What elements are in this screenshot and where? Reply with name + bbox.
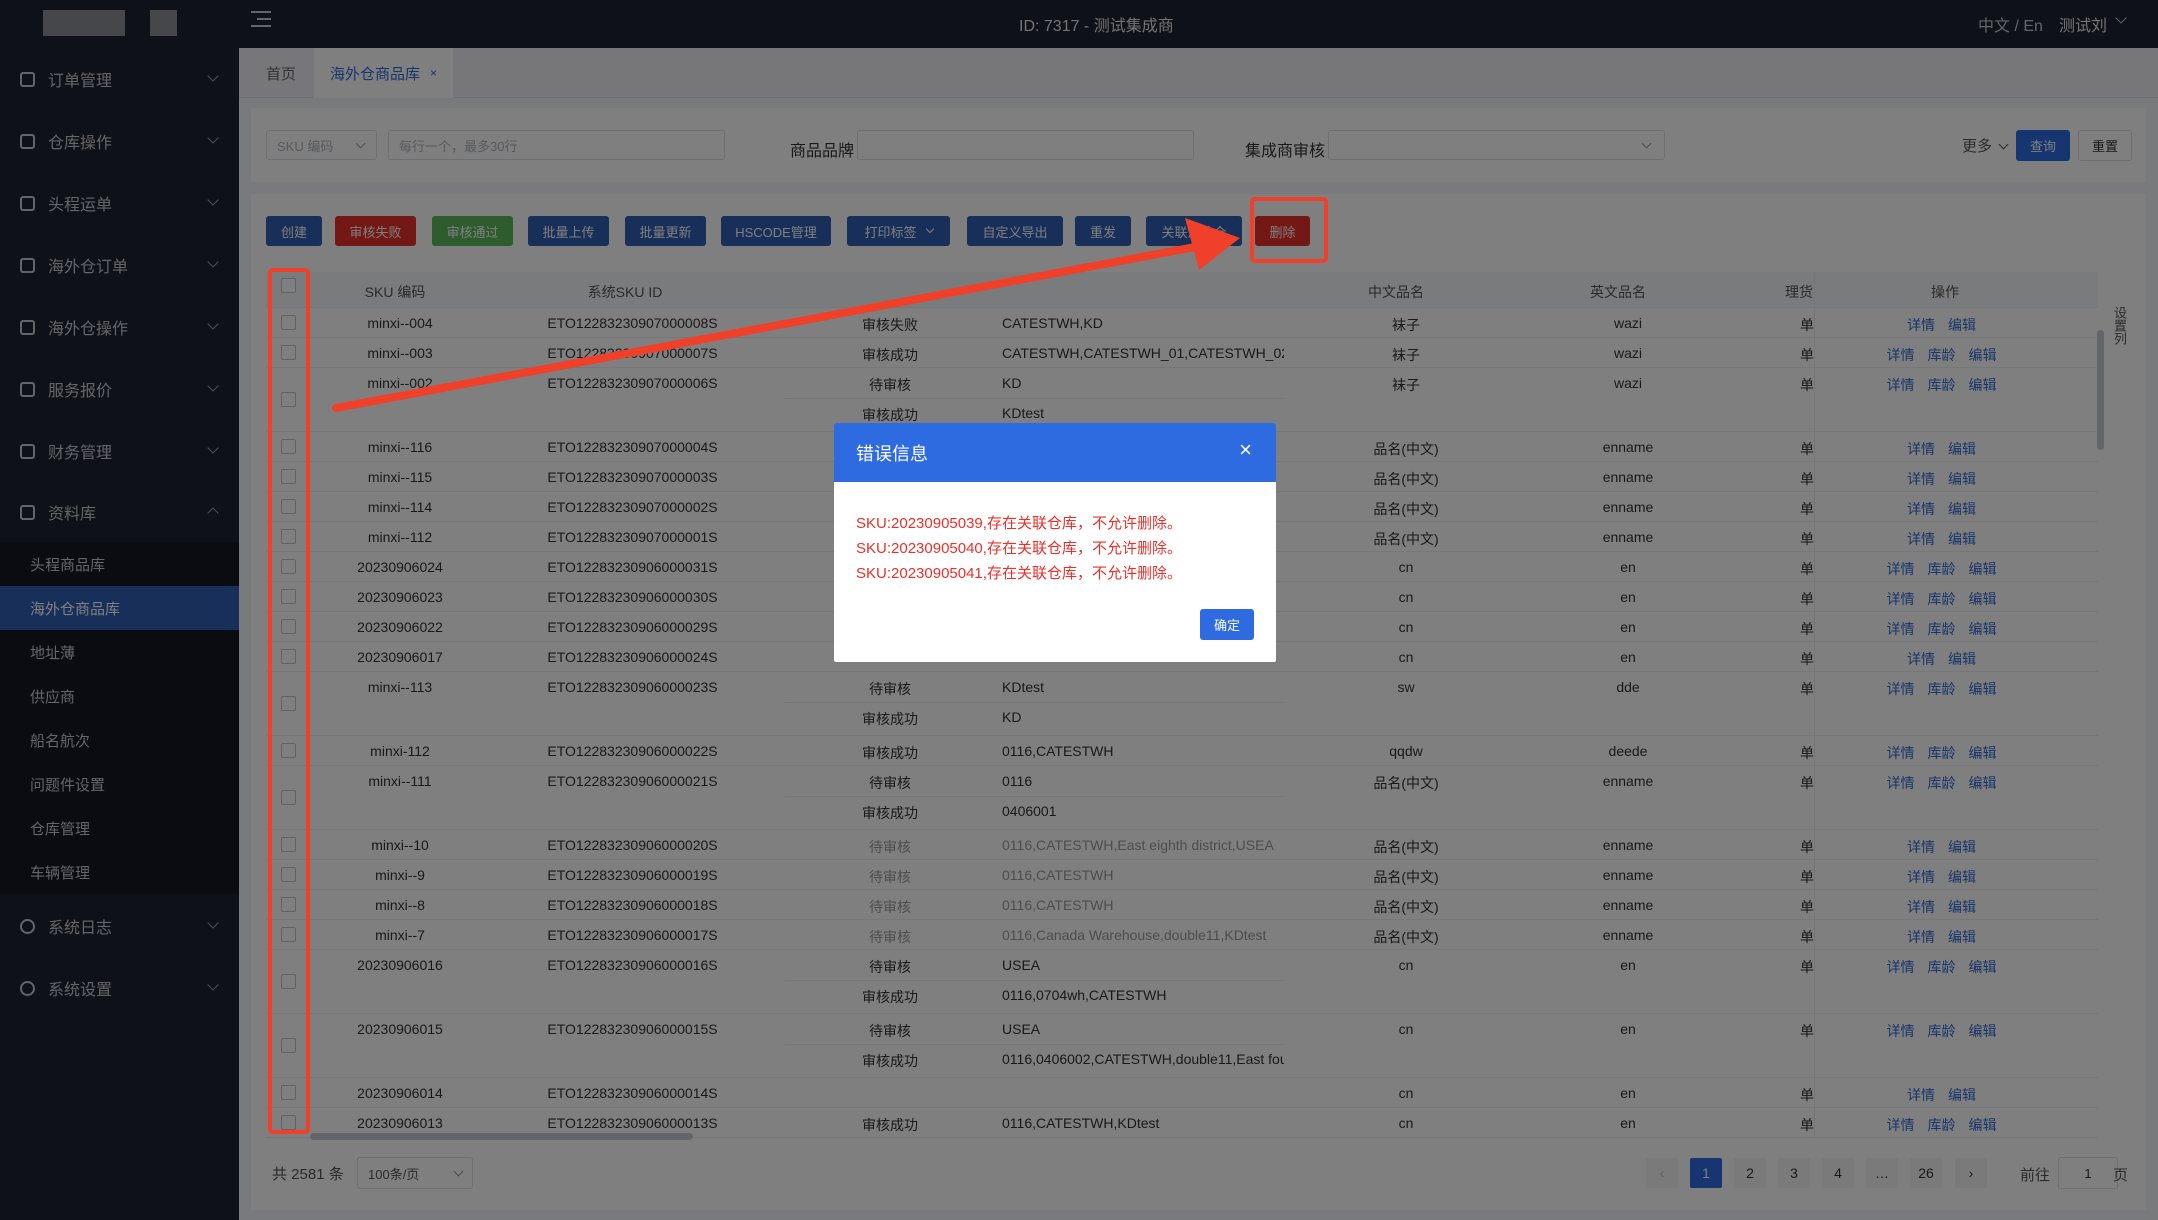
close-icon[interactable]: × (1239, 439, 1252, 461)
error-dialog: 错误信息 × SKU:20230905039,存在关联仓库，不允许删除。 SKU… (834, 423, 1276, 662)
dialog-header: 错误信息 × (834, 423, 1276, 482)
confirm-button[interactable]: 确定 (1200, 609, 1254, 640)
error-message: SKU:20230905040,存在关联仓库，不允许删除。 (856, 540, 1182, 557)
dialog-title: 错误信息 (856, 443, 928, 464)
error-message: SKU:20230905041,存在关联仓库，不允许删除。 (856, 565, 1182, 582)
error-message: SKU:20230905039,存在关联仓库，不允许删除。 (856, 515, 1182, 532)
